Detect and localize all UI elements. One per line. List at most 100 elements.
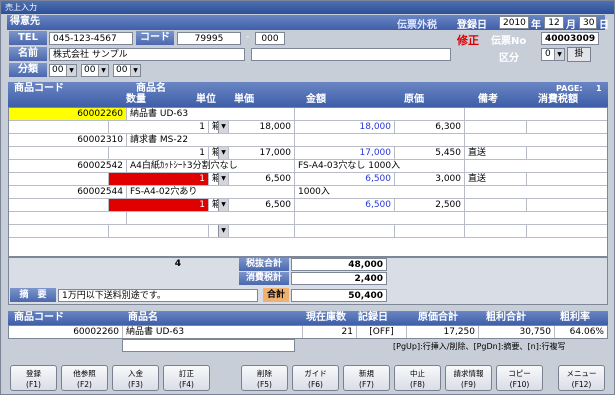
fkey-button-5[interactable]: 削除 (F5) <box>241 365 288 391</box>
category-select-3[interactable]: 00 ▼ <box>113 64 141 77</box>
unit-cell[interactable]: ▼ <box>209 225 229 237</box>
price-cell[interactable]: 18,000 <box>229 121 295 133</box>
chevron-down-icon[interactable]: ▼ <box>218 173 228 185</box>
fkey-button-4[interactable]: 訂正 (F4) <box>163 365 210 391</box>
fkey-button-8[interactable]: 中止 (F8) <box>394 365 441 391</box>
detail-col-code: 商品コード <box>14 312 64 323</box>
unit-cell[interactable]: 箱 ▼ <box>209 147 229 159</box>
cost-cell[interactable]: 5,450 <box>395 147 465 159</box>
chevron-down-icon[interactable]: ▼ <box>218 199 228 211</box>
price-cell[interactable]: 6,500 <box>229 173 295 185</box>
qty-cell[interactable]: 1 <box>109 173 209 185</box>
chevron-down-icon[interactable]: ▼ <box>66 65 76 76</box>
price-cell[interactable]: 6,500 <box>229 199 295 211</box>
item-name-cell[interactable]: 納品書 UD-63 <box>127 108 295 120</box>
fkey-button-3[interactable]: 入金 (F3) <box>112 365 159 391</box>
division-button[interactable]: 掛 <box>567 47 591 62</box>
qty-cell[interactable]: 1 <box>109 147 209 159</box>
fkey-button-7[interactable]: 新規 (F7) <box>343 365 390 391</box>
note-cell[interactable] <box>465 121 527 133</box>
chevron-down-icon[interactable]: ▼ <box>218 225 228 237</box>
tax-total-label: 消費税計 <box>239 272 289 285</box>
price-cell[interactable]: 17,000 <box>229 147 295 159</box>
note-cell[interactable] <box>465 199 527 211</box>
item-extra-cell[interactable]: FS-A4-03穴なし 1000入 <box>295 160 465 172</box>
customer-subcode-field[interactable]: 000 <box>255 32 285 45</box>
item-code-cell[interactable]: 60002260 <box>9 108 127 120</box>
qty-cell[interactable]: 1 <box>109 121 209 133</box>
item-blank-cell <box>465 134 607 146</box>
fkey-button-11[interactable]: メニュー (F12) <box>558 365 605 391</box>
cost-cell[interactable]: 2,500 <box>395 199 465 211</box>
detail-rate: 64.06% <box>569 327 604 337</box>
item-blank-cell <box>9 147 109 159</box>
table-row[interactable]: 60002544 FS-A4-02穴あり 1000入 <box>9 186 607 199</box>
category-select-2[interactable]: 00 ▼ <box>81 64 109 77</box>
col-cost: 原価 <box>404 94 424 105</box>
chevron-down-icon[interactable]: ▼ <box>218 147 228 159</box>
table-row[interactable]: ▼ <box>9 225 607 238</box>
item-extra-cell[interactable] <box>295 108 465 120</box>
fkey-button-9[interactable]: 請求情報 (F9) <box>445 365 492 391</box>
customer-code-field[interactable]: 79995 <box>177 32 241 45</box>
customer-name-extra-field[interactable] <box>251 48 451 61</box>
item-extra-cell[interactable] <box>295 212 465 224</box>
table-row[interactable]: 1 箱 ▼ 17,000 17,000 5,450 直送 <box>9 147 607 160</box>
chevron-down-icon[interactable]: ▼ <box>218 121 228 133</box>
fkey-button-10[interactable]: コピー (F10) <box>496 365 543 391</box>
item-code-cell[interactable] <box>9 212 127 224</box>
unit-cell[interactable]: 箱 ▼ <box>209 199 229 211</box>
table-row[interactable]: 60002310 請求書 MS-22 <box>9 134 607 147</box>
tel-field[interactable]: 045-123-4567 <box>49 32 133 45</box>
fkey-label: メニュー <box>566 369 597 378</box>
detail-profit: 30,750 <box>479 326 555 338</box>
note-cell[interactable] <box>465 225 527 237</box>
note-cell[interactable]: 直送 <box>465 147 527 159</box>
table-row[interactable] <box>9 212 607 225</box>
division-select[interactable]: 0 ▼ <box>541 48 565 61</box>
item-code-cell[interactable]: 60002542 <box>9 160 127 172</box>
qty-cell[interactable]: 1 <box>109 199 209 211</box>
cost-cell[interactable]: 6,300 <box>395 121 465 133</box>
cost-cell[interactable] <box>395 225 465 237</box>
month-field[interactable]: 12 <box>544 16 564 29</box>
memo-field[interactable]: 1万円以下送料別途です。 <box>58 289 258 302</box>
year-field[interactable]: 2010 <box>499 16 529 29</box>
item-name-cell[interactable]: A4白紙ｶｯﾄｼｰﾄ3分割穴なし <box>127 160 295 172</box>
table-row[interactable]: 1 箱 ▼ 6,500 6,500 3,000 直送 <box>9 173 607 186</box>
chevron-down-icon[interactable]: ▼ <box>130 65 140 76</box>
chevron-down-icon[interactable]: ▼ <box>554 49 564 60</box>
item-extra-cell[interactable]: 1000入 <box>295 186 465 198</box>
note-cell[interactable]: 直送 <box>465 173 527 185</box>
table-row[interactable]: 1 箱 ▼ 6,500 6,500 2,500 <box>9 199 607 212</box>
fkey-button-1[interactable]: 登録 (F1) <box>10 365 57 391</box>
unit-cell[interactable]: 箱 ▼ <box>209 173 229 185</box>
fkey-button-2[interactable]: 他参照 (F2) <box>61 365 108 391</box>
cost-cell[interactable]: 3,000 <box>395 173 465 185</box>
fkey-button-6[interactable]: ガイド (F6) <box>292 365 339 391</box>
item-name-cell[interactable]: 請求書 MS-22 <box>127 134 295 146</box>
item-blank-cell <box>465 212 607 224</box>
tax-cell <box>527 173 607 185</box>
table-row[interactable]: 60002260 納品書 UD-63 <box>9 108 607 121</box>
grid-header: 商品コード 商品名 PAGE: 1 数量 単位 単価 金額 原価 備考 消費税額 <box>8 82 608 107</box>
unit-cell[interactable]: 箱 ▼ <box>209 121 229 133</box>
day-field[interactable]: 30 <box>579 16 597 29</box>
slip-no-field[interactable]: 40003009 <box>541 32 599 45</box>
table-row[interactable]: 60002542 A4白紙ｶｯﾄｼｰﾄ3分割穴なし FS-A4-03穴なし 10… <box>9 160 607 173</box>
item-code-cell[interactable]: 60002544 <box>9 186 127 198</box>
qty-cell[interactable] <box>109 225 209 237</box>
item-blank-cell <box>465 186 607 198</box>
table-row[interactable]: 1 箱 ▼ 18,000 18,000 6,300 <box>9 121 607 134</box>
item-extra-cell[interactable] <box>295 134 465 146</box>
chevron-down-icon[interactable]: ▼ <box>98 65 108 76</box>
category-select-1[interactable]: 00 ▼ <box>49 64 77 77</box>
customer-name-field[interactable]: 株式会社 サンプル <box>49 48 245 61</box>
price-cell[interactable] <box>229 225 295 237</box>
item-name-cell[interactable] <box>127 212 295 224</box>
category-2-value: 00 <box>84 65 96 75</box>
item-name-cell[interactable]: FS-A4-02穴あり <box>127 186 295 198</box>
fkey-label: 登録 <box>26 369 41 378</box>
item-blank-cell <box>9 173 109 185</box>
item-code-cell[interactable]: 60002310 <box>9 134 127 146</box>
